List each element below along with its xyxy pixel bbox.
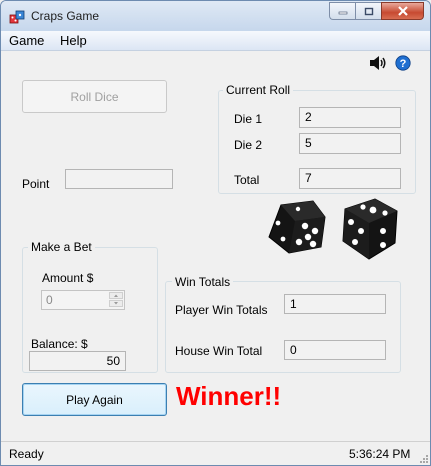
window-title: Craps Game	[31, 9, 100, 23]
chevron-down-icon	[114, 302, 118, 305]
die2-field[interactable]: 5	[299, 133, 401, 154]
close-button[interactable]	[381, 2, 424, 20]
app-dice-icon	[9, 10, 25, 24]
main-window: Craps Game Game Help ? Roll Dice Current…	[0, 0, 431, 466]
resize-grip-icon[interactable]	[417, 452, 429, 464]
amount-up-button[interactable]	[109, 292, 123, 299]
roll-dice-button[interactable]: Roll Dice	[22, 80, 167, 113]
amount-down-button[interactable]	[109, 300, 123, 307]
balance-field[interactable]: 50	[29, 351, 126, 371]
menu-game[interactable]: Game	[9, 33, 44, 48]
player-win-totals-field[interactable]: 1	[284, 294, 386, 314]
point-label: Point	[22, 177, 50, 191]
point-field[interactable]	[65, 169, 173, 189]
minimize-button[interactable]	[329, 2, 355, 20]
maximize-icon	[364, 7, 373, 15]
minimize-icon	[338, 11, 347, 15]
total-label: Total	[234, 173, 260, 187]
maximize-button[interactable]	[355, 2, 381, 20]
status-time: 5:36:24 PM	[349, 447, 411, 461]
close-icon	[397, 6, 408, 16]
win-totals-legend: Win Totals	[172, 275, 234, 289]
die2-label: Die 2	[234, 138, 263, 152]
result-message: Winner!!	[176, 381, 282, 411]
speaker-icon[interactable]	[369, 55, 387, 71]
menu-help[interactable]: Help	[60, 33, 87, 48]
house-win-total-label: House Win Total	[175, 344, 263, 358]
svg-text:?: ?	[400, 58, 407, 70]
chevron-up-icon	[114, 294, 118, 297]
help-icon[interactable]: ?	[395, 55, 411, 71]
caption-buttons	[329, 2, 424, 21]
die1-field[interactable]: 2	[299, 107, 401, 128]
die-2-image	[342, 198, 398, 260]
amount-label: Amount $	[42, 271, 94, 285]
status-bar: Ready 5:36:24 PM	[1, 441, 430, 465]
play-again-button[interactable]: Play Again	[22, 383, 167, 416]
current-roll-legend: Current Roll	[223, 83, 294, 97]
menu-bar: Game Help	[1, 31, 430, 51]
title-bar[interactable]: Craps Game	[1, 1, 430, 31]
amount-value: 0	[46, 293, 53, 307]
house-win-total-field[interactable]: 0	[284, 340, 386, 360]
balance-label: Balance: $	[31, 337, 88, 351]
amount-stepper[interactable]: 0	[41, 290, 125, 310]
die-1-image	[268, 200, 326, 254]
die1-label: Die 1	[234, 112, 263, 126]
status-text: Ready	[9, 447, 44, 461]
total-field[interactable]: 7	[299, 168, 401, 189]
make-bet-legend: Make a Bet	[28, 240, 95, 254]
player-win-totals-label: Player Win Totals	[175, 303, 268, 317]
